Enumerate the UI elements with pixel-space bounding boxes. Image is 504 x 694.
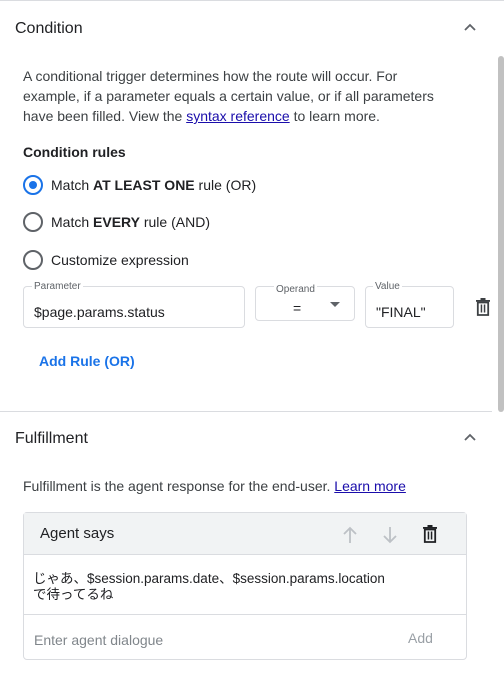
value-label: Value xyxy=(373,281,402,292)
condition-description: A conditional trigger determines how the… xyxy=(23,68,434,124)
move-down-button[interactable] xyxy=(382,526,398,549)
radio-label-customize: Customize expression xyxy=(51,252,189,268)
radio-option-at-least-one[interactable]: Match AT LEAST ONE rule (OR) xyxy=(23,175,283,197)
radio-unchecked-icon[interactable] xyxy=(23,212,43,232)
delete-rule-button[interactable] xyxy=(475,298,491,321)
fulfillment-title: Fulfillment xyxy=(15,430,88,447)
arrow-down-icon xyxy=(383,527,397,544)
arrow-up-icon xyxy=(343,526,357,543)
trash-icon xyxy=(476,298,490,316)
card-divider xyxy=(24,614,466,615)
radio-option-customize[interactable]: Customize expression xyxy=(23,250,283,272)
radio-unchecked-icon[interactable] xyxy=(23,250,43,270)
agent-says-card: Agent says じゃあ、$session.params.date、$ses… xyxy=(23,512,467,660)
learn-more-link[interactable]: Learn more xyxy=(334,478,406,494)
top-divider xyxy=(0,0,504,1)
value-field[interactable]: Value "FINAL" xyxy=(365,281,454,328)
delete-message-button[interactable] xyxy=(422,525,438,548)
scrollbar-thumb[interactable] xyxy=(498,56,504,412)
trash-icon xyxy=(423,525,437,543)
section-divider xyxy=(0,411,492,412)
operand-value: = xyxy=(293,300,302,316)
radio-label-every: Match EVERY rule (AND) xyxy=(51,214,210,230)
parameter-value[interactable]: $page.params.status xyxy=(34,304,165,320)
move-up-button[interactable] xyxy=(342,526,358,549)
parameter-label: Parameter xyxy=(32,281,83,292)
agent-message[interactable]: じゃあ、$session.params.date、$session.params… xyxy=(33,571,385,603)
parameter-field[interactable]: Parameter $page.params.status xyxy=(23,281,245,328)
radio-checked-icon[interactable] xyxy=(23,175,43,195)
radio-option-every[interactable]: Match EVERY rule (AND) xyxy=(23,212,283,234)
add-rule-button[interactable]: Add Rule (OR) xyxy=(39,353,135,369)
operand-select[interactable]: Operand = xyxy=(255,284,355,321)
dropdown-caret-icon xyxy=(330,302,340,307)
condition-rules-title: Condition rules xyxy=(23,144,126,160)
chevron-up-icon xyxy=(464,23,476,31)
value-value[interactable]: "FINAL" xyxy=(376,304,426,320)
fulfillment-collapse-button[interactable] xyxy=(463,431,477,450)
condition-title: Condition xyxy=(15,20,83,37)
condition-collapse-button[interactable] xyxy=(463,21,477,40)
agent-dialogue-input[interactable]: Enter agent dialogue xyxy=(34,632,163,648)
radio-label-at-least-one: Match AT LEAST ONE rule (OR) xyxy=(51,177,257,193)
add-dialogue-button[interactable]: Add xyxy=(408,630,433,646)
agent-says-title: Agent says xyxy=(40,525,115,542)
fulfillment-description: Fulfillment is the agent response for th… xyxy=(23,478,406,494)
agent-says-header: Agent says xyxy=(24,513,466,555)
syntax-reference-link[interactable]: syntax reference xyxy=(186,108,290,124)
operand-label: Operand xyxy=(274,284,317,295)
chevron-up-icon xyxy=(464,433,476,441)
